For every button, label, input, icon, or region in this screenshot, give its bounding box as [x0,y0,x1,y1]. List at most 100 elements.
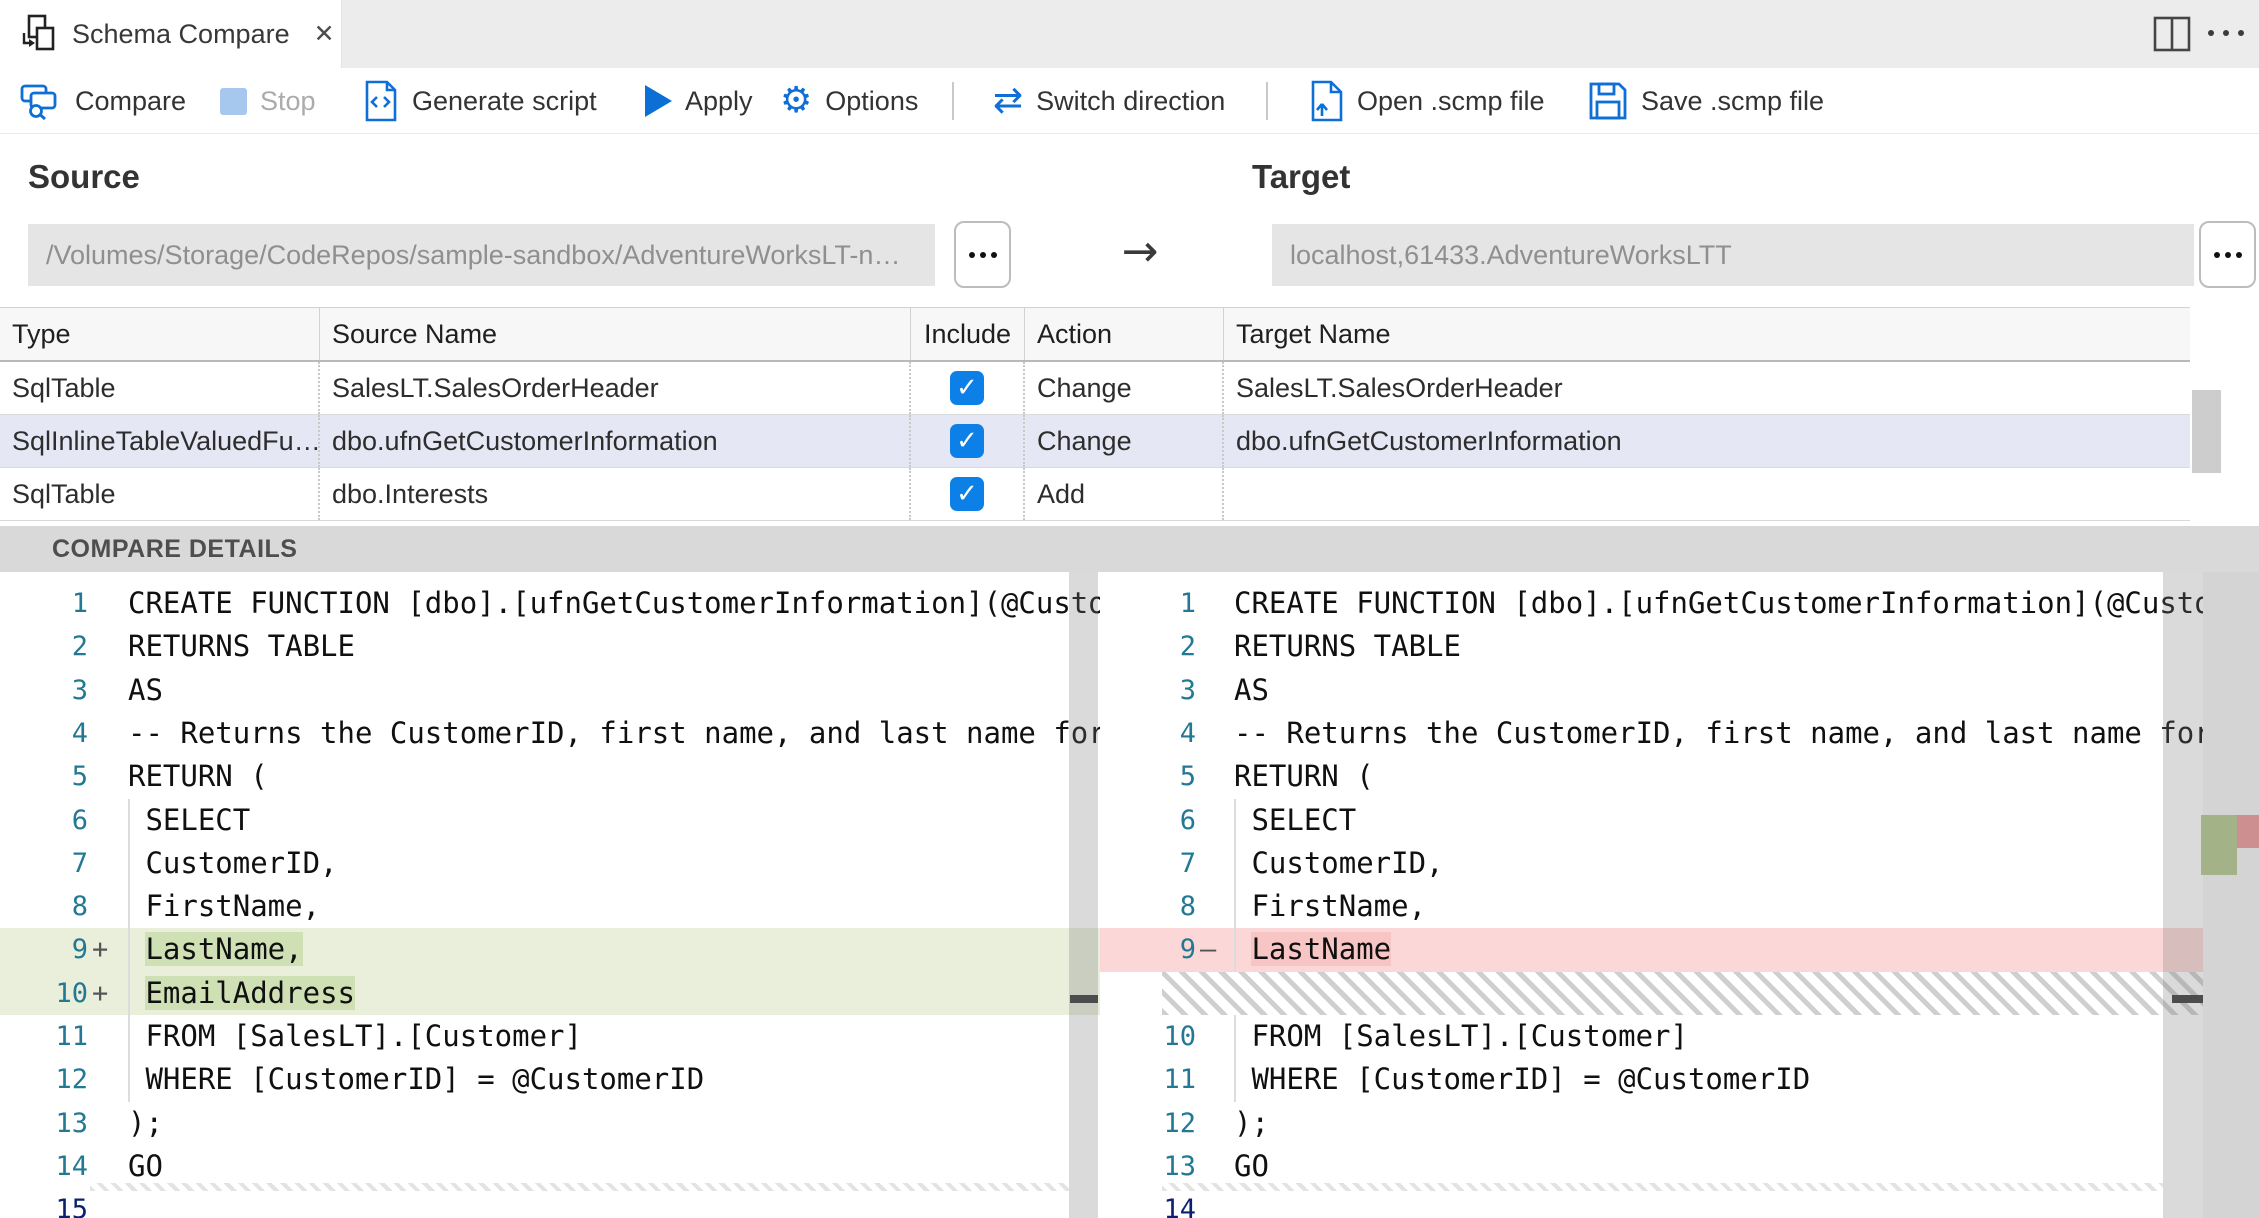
grid-header-row: Type Source Name Include Action Target N… [0,307,2190,362]
apply-button[interactable]: Apply [645,68,753,134]
table-row[interactable]: SqlTable SalesLT.SalesOrderHeader ✓ Chan… [0,362,2190,415]
code-line: CREATE FUNCTION [dbo].[ufnGetCustomerInf… [128,586,1100,620]
code-line: CustomerID, [128,846,338,880]
apply-icon [645,85,672,117]
code-line: FROM [SalesLT].[Customer] [128,1019,582,1053]
save-scmp-button[interactable]: Save .scmp file [1588,68,1824,134]
target-browse-button[interactable] [2199,221,2256,288]
code-line: SELECT [128,803,251,837]
tab-title: Schema Compare [72,18,290,49]
gear-icon: ⚙ [780,80,813,121]
compare-button[interactable]: Compare [20,68,186,134]
diff-filler-strip [1162,1183,2163,1191]
options-button[interactable]: ⚙ Options [780,68,918,134]
cell-include: ✓ [911,362,1025,414]
overview-added-mark [2201,815,2237,875]
code-line: CustomerID, [1234,846,1444,880]
code-line: FirstName, [1234,889,1427,923]
tab-close-icon[interactable]: ✕ [314,19,335,49]
code-line: -- Returns the CustomerID, first name, a… [128,716,1100,750]
code-line: SELECT [1234,803,1357,837]
code-line: ); [128,1106,163,1140]
stop-button[interactable]: Stop [220,68,316,134]
overview-deleted-mark [2172,995,2203,1003]
cell-include: ✓ [911,415,1025,467]
overview-deleted-mark [1070,995,1098,1003]
compare-details-label: COMPARE DETAILS [52,534,298,563]
cell-source-name: SalesLT.SalesOrderHeader [320,362,911,414]
diff-source-pane[interactable]: 1 CREATE FUNCTION [dbo].[ufnGetCustomerIn… [0,572,1100,1218]
split-editor-icon[interactable] [2152,15,2192,53]
code-line: RETURNS TABLE [128,629,355,663]
cell-type: SqlTable [0,468,320,520]
code-line: AS [1234,673,1269,707]
cell-include: ✓ [911,468,1025,520]
code-line: WHERE [CustomerID] = @CustomerID [128,1062,705,1096]
code-line: CREATE FUNCTION [dbo].[ufnGetCustomerInf… [1234,586,2212,620]
column-header-source-name[interactable]: Source Name [320,308,911,360]
code-line-added: EmailAddress [145,976,355,1010]
open-scmp-button[interactable]: Open .scmp file [1310,68,1545,134]
cell-type: SqlTable [0,362,320,414]
table-row[interactable]: SqlTable dbo.Interests ✓ Add [0,468,2190,521]
code-line: FirstName, [128,889,321,923]
code-line: WHERE [CustomerID] = @CustomerID [1234,1062,1811,1096]
table-row-selected[interactable]: SqlInlineTableValuedFu… dbo.ufnGetCustom… [0,415,2190,468]
target-heading: Target [1252,158,1351,195]
source-heading: Source [28,158,140,195]
tab-schema-compare[interactable]: Schema Compare ✕ [0,0,342,68]
schema-compare-toolbar: Compare Stop Generate script Apply ⚙ Opt… [0,68,2259,134]
include-checkbox[interactable]: ✓ [950,477,984,511]
toolbar-separator [1266,82,1268,120]
cell-action: Change [1025,362,1224,414]
code-line: GO [1234,1149,1269,1183]
cell-target-name [1224,468,2190,520]
include-checkbox[interactable]: ✓ [950,371,984,405]
cell-action: Change [1025,415,1224,467]
switch-direction-icon: ⇄ [993,80,1024,121]
overview-ruler [2203,572,2259,1218]
switch-direction-button[interactable]: ⇄ Switch direction [993,68,1225,134]
more-actions-icon[interactable] [2208,30,2244,36]
diff-target-pane[interactable]: 1 CREATE FUNCTION [dbo].[ufnGetCustomerIn… [1100,572,2259,1218]
cell-source-name: dbo.Interests [320,468,911,520]
deleted-lines-placeholder [1162,972,2203,1015]
code-line-removed: LastName [1251,932,1392,966]
cell-source-name: dbo.ufnGetCustomerInformation [320,415,911,467]
source-path-input[interactable] [28,224,935,286]
column-header-action[interactable]: Action [1025,308,1224,360]
diff-filler-strip [90,1183,1069,1191]
open-file-icon [1310,80,1344,122]
indent-guide [128,799,130,1102]
grid-scrollbar-thumb[interactable] [2192,390,2221,473]
source-editor-scrollbar[interactable] [1069,572,1098,1218]
tab-bar: Schema Compare ✕ [0,0,2259,68]
code-line: ); [1234,1106,1269,1140]
column-header-target-name[interactable]: Target Name [1224,308,2190,360]
column-header-include[interactable]: Include [911,308,1025,360]
toolbar-separator [952,82,954,120]
code-line-added: LastName, [145,932,303,966]
code-line: GO [128,1149,163,1183]
generate-script-icon [363,80,399,122]
compare-details-diff-editor: 1 CREATE FUNCTION [dbo].[ufnGetCustomerIn… [0,572,2259,1218]
compare-details-header: COMPARE DETAILS [0,526,2259,572]
code-line: FROM [SalesLT].[Customer] [1234,1019,1688,1053]
compare-icon [20,80,62,122]
generate-script-button[interactable]: Generate script [363,68,597,134]
code-line: RETURN ( [1234,759,1374,793]
include-checkbox[interactable]: ✓ [950,424,984,458]
source-browse-button[interactable] [954,221,1011,288]
target-editor-scrollbar[interactable] [2163,572,2203,1218]
direction-arrow-icon: → [1121,226,1159,277]
schema-compare-icon [18,13,58,55]
indent-guide [1234,799,1236,972]
column-header-type[interactable]: Type [0,308,320,360]
save-icon [1588,81,1628,121]
code-line: AS [128,673,163,707]
code-line: -- Returns the CustomerID, first name, a… [1234,716,2212,750]
target-path-input[interactable] [1272,224,2194,286]
code-line: RETURNS TABLE [1234,629,1461,663]
stop-icon [220,87,247,115]
cell-type: SqlInlineTableValuedFu… [0,415,320,467]
